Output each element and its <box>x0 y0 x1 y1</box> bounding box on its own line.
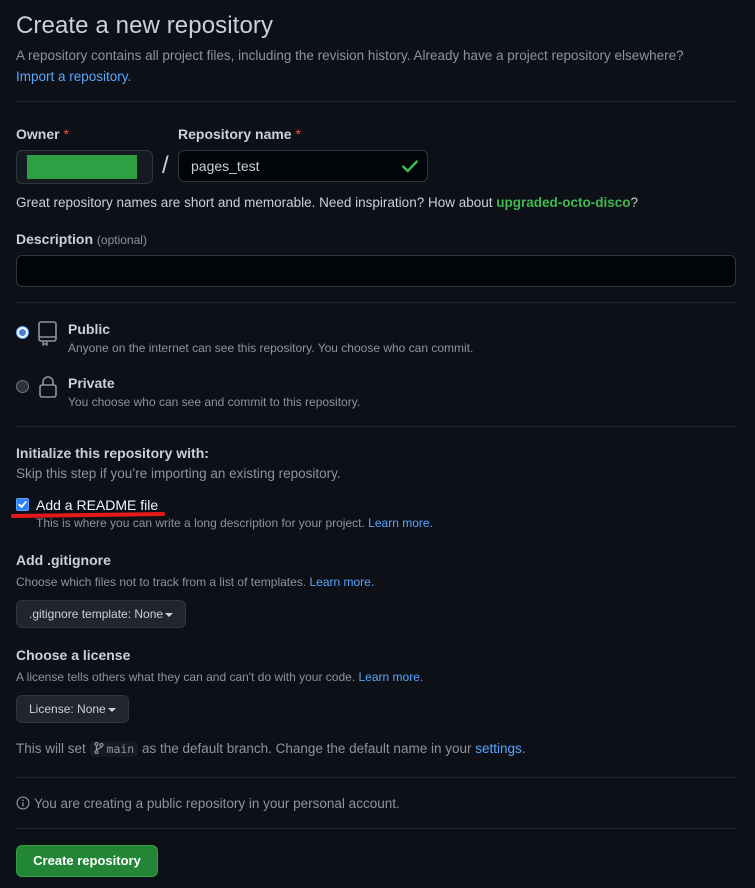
private-description: You choose who can see and commit to thi… <box>68 395 361 409</box>
license-description: A license tells others what they can and… <box>16 670 423 684</box>
description-label: Description (optional) <box>16 231 147 247</box>
page-subtitle: A repository contains all project files,… <box>16 45 731 87</box>
import-repository-link[interactable]: Import a repository. <box>16 69 131 84</box>
settings-link[interactable]: settings <box>475 741 522 756</box>
public-title: Public <box>68 321 111 337</box>
init-title: Initialize this repository with: <box>16 445 209 461</box>
divider <box>16 101 736 102</box>
chevron-down-icon <box>107 707 116 712</box>
name-suggestion[interactable]: upgraded-octo-disco <box>496 195 630 210</box>
public-radio[interactable] <box>16 326 29 339</box>
gitignore-description-text: Choose which files not to track from a l… <box>16 575 307 589</box>
owner-label: Owner * <box>16 126 69 142</box>
readme-learn-more-link[interactable]: Learn more. <box>368 516 433 530</box>
name-hint-suffix: ? <box>630 195 639 210</box>
check-icon <box>402 160 418 173</box>
public-info-note: You are creating a public repository in … <box>16 796 400 811</box>
readme-label[interactable]: Add a README file <box>36 497 158 513</box>
readme-checkbox[interactable] <box>16 498 29 511</box>
create-repository-button[interactable]: Create repository <box>16 845 158 877</box>
branch-name: main <box>106 742 135 756</box>
info-text: You are creating a public repository in … <box>34 796 400 811</box>
branch-chip: main <box>89 741 139 757</box>
private-radio[interactable] <box>16 380 29 393</box>
gitignore-learn-more-link[interactable]: Learn more. <box>309 575 374 589</box>
repository-name-input[interactable]: pages_test <box>178 150 428 182</box>
name-hint: Great repository names are short and mem… <box>16 195 638 210</box>
readme-description-text: This is where you can write a long descr… <box>36 516 365 530</box>
subtitle-text: A repository contains all project files,… <box>16 48 684 63</box>
license-title: Choose a license <box>16 647 131 663</box>
owner-repo-separator: / <box>162 152 169 179</box>
repo-icon <box>38 321 57 346</box>
lock-icon <box>39 376 57 398</box>
branch-note-prefix: This will set <box>16 741 86 756</box>
public-description: Anyone on the internet can see this repo… <box>68 341 474 355</box>
gitignore-description: Choose which files not to track from a l… <box>16 575 374 589</box>
required-mark: * <box>63 126 69 142</box>
divider <box>16 302 736 303</box>
repository-name-label-text: Repository name <box>178 126 292 142</box>
git-branch-icon <box>93 741 104 755</box>
owner-redaction <box>27 155 137 179</box>
owner-label-text: Owner <box>16 126 60 142</box>
branch-note-middle: as the default branch. Change the defaul… <box>142 741 472 756</box>
license-description-text: A license tells others what they can and… <box>16 670 356 684</box>
gitignore-title: Add .gitignore <box>16 552 111 568</box>
branch-note-suffix: . <box>521 741 526 756</box>
required-mark: * <box>295 126 301 142</box>
chevron-down-icon <box>165 612 174 617</box>
divider <box>16 777 736 778</box>
private-title: Private <box>68 375 115 391</box>
name-hint-text: Great repository names are short and mem… <box>16 195 493 210</box>
divider <box>16 426 736 427</box>
license-learn-more-link[interactable]: Learn more. <box>359 670 424 684</box>
description-label-text: Description <box>16 231 94 247</box>
gitignore-template-select[interactable]: .gitignore template: None <box>16 600 187 628</box>
readme-description: This is where you can write a long descr… <box>36 516 433 530</box>
divider <box>16 828 736 829</box>
checkmark-icon <box>18 501 27 508</box>
optional-tag: (optional) <box>96 233 147 247</box>
description-input[interactable] <box>16 255 736 287</box>
page-title: Create a new repository <box>16 12 274 39</box>
info-icon <box>16 796 30 810</box>
gitignore-select-label: .gitignore template: None <box>29 607 164 621</box>
license-select-label: License: None <box>29 702 106 716</box>
init-subtitle: Skip this step if you’re importing an ex… <box>16 466 341 481</box>
default-branch-note: This will set main as the default branch… <box>16 741 526 757</box>
owner-select[interactable] <box>16 150 153 184</box>
license-select[interactable]: License: None <box>16 695 129 723</box>
repository-name-label: Repository name * <box>178 126 301 142</box>
